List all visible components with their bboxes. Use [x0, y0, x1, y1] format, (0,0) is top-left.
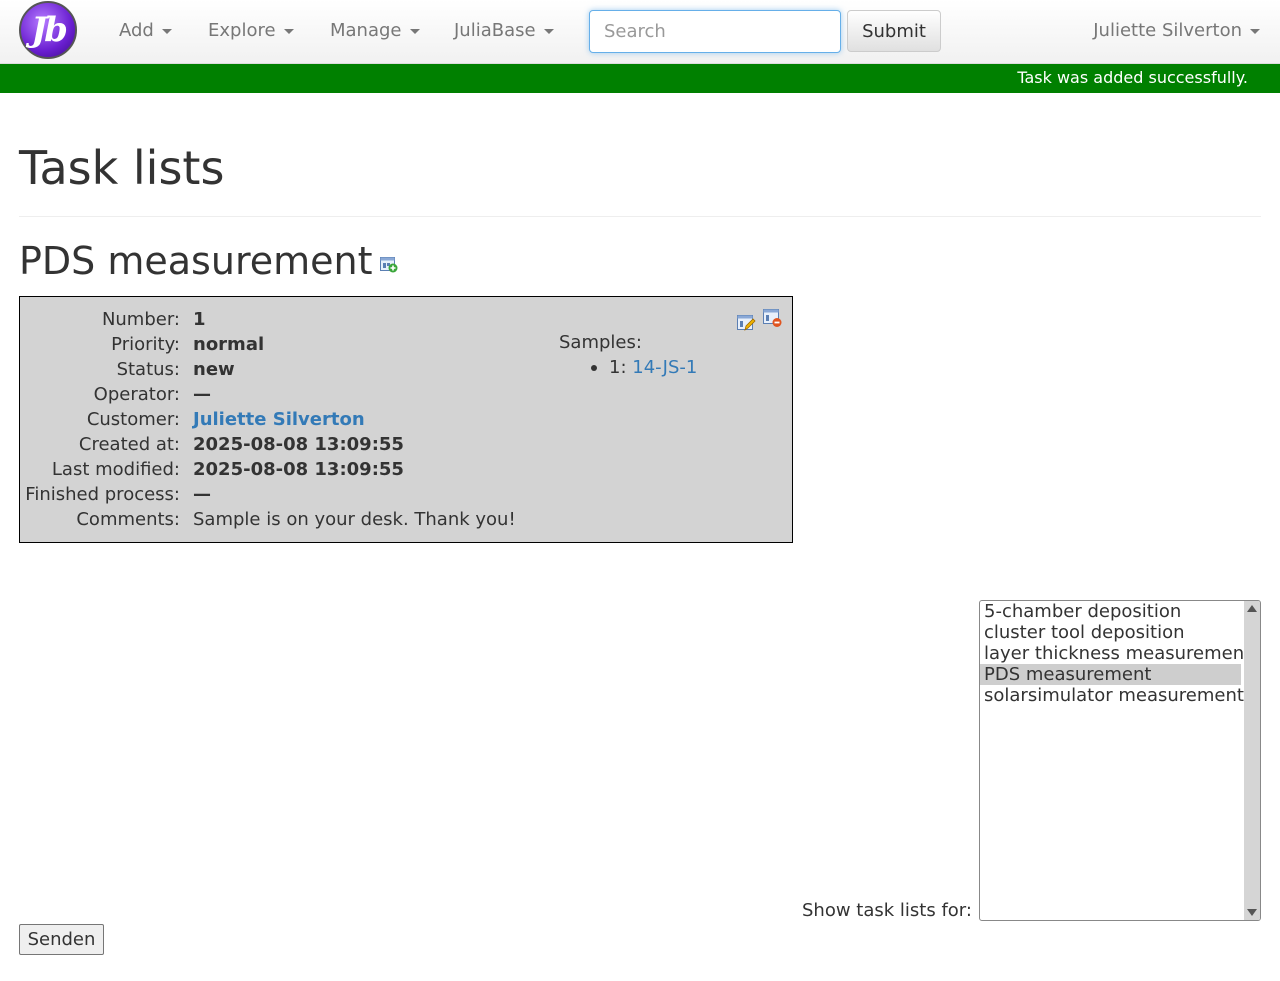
- field-value: 2025-08-08 13:09:55: [193, 459, 404, 480]
- search-input[interactable]: [589, 10, 841, 53]
- add-task-icon[interactable]: [380, 256, 398, 273]
- delete-task-icon[interactable]: [763, 309, 782, 328]
- field-label: Status:: [116, 359, 180, 380]
- caret-down-icon: [543, 28, 554, 34]
- field-value: 1: [193, 309, 206, 330]
- field-label: Created at:: [78, 434, 180, 455]
- nav-menu-label: Add: [119, 20, 154, 41]
- section-title: PDS measurement: [19, 239, 373, 283]
- select-option[interactable]: 5-chamber deposition: [980, 601, 1241, 622]
- field-value: —: [193, 384, 211, 405]
- caret-down-icon: [283, 28, 294, 34]
- divider: [19, 216, 1261, 217]
- scrollbar[interactable]: [1244, 601, 1260, 920]
- nav-menu-juliabase[interactable]: JuliaBase: [454, 20, 554, 41]
- nav-menu-add[interactable]: Add: [119, 20, 172, 41]
- customer-link[interactable]: Juliette Silverton: [193, 409, 365, 430]
- field-value: 2025-08-08 13:09:55: [193, 434, 404, 455]
- task-list-multiselect[interactable]: 5-chamber deposition cluster tool deposi…: [979, 600, 1261, 921]
- nav-menu-explore[interactable]: Explore: [208, 20, 294, 41]
- search-submit-button[interactable]: Submit: [847, 10, 941, 52]
- nav-menu-label: Manage: [330, 20, 402, 41]
- field-label: Operator:: [93, 384, 180, 405]
- edit-task-icon[interactable]: [737, 313, 756, 332]
- field-label: Number:: [101, 309, 180, 330]
- select-option[interactable]: solarsimulator measurement: [980, 685, 1244, 706]
- field-label: Last modified:: [51, 459, 180, 480]
- filter-label: Show task lists for:: [802, 900, 972, 921]
- field-value: Juliette Silverton: [193, 407, 365, 432]
- navbar: Jb Add Explore Manage JuliaBase Submit J…: [0, 0, 1280, 64]
- field-label: Customer:: [86, 409, 180, 430]
- page-title: Task lists: [19, 141, 225, 195]
- field-label: Finished process:: [25, 484, 180, 505]
- send-button[interactable]: Senden: [19, 924, 104, 955]
- sample-link[interactable]: 14-JS-1: [632, 357, 697, 378]
- field-value: Sample is on your desk. Thank you!: [193, 509, 516, 530]
- caret-down-icon: [1250, 28, 1260, 34]
- success-message-bar: Task was added successfully.: [0, 64, 1280, 93]
- nav-menu-manage[interactable]: Manage: [330, 20, 420, 41]
- select-option-selected[interactable]: PDS measurement: [980, 664, 1241, 685]
- success-message: Task was added successfully.: [1017, 68, 1248, 87]
- sample-list-item: 1: 14-JS-1: [591, 357, 697, 378]
- field-value: —: [193, 484, 211, 505]
- select-option[interactable]: layer thickness measurement: [980, 643, 1251, 664]
- field-value: new: [193, 359, 235, 380]
- sample-index: 1:: [609, 357, 627, 378]
- juliabase-logo[interactable]: Jb: [19, 1, 77, 59]
- caret-down-icon: [409, 28, 420, 34]
- caret-down-icon: [161, 28, 172, 34]
- bullet-icon: [591, 365, 597, 371]
- task-card: Number: 1 Priority: normal Status: new O…: [19, 296, 793, 543]
- samples-label: Samples:: [559, 332, 642, 353]
- nav-menu-label: JuliaBase: [454, 20, 536, 41]
- field-value: normal: [193, 334, 265, 355]
- nav-menu-label: Explore: [208, 20, 276, 41]
- user-name: Juliette Silverton: [1093, 20, 1242, 41]
- field-label: Priority:: [111, 334, 180, 355]
- select-option[interactable]: cluster tool deposition: [980, 622, 1241, 643]
- scroll-up-arrow-icon[interactable]: [1247, 605, 1257, 612]
- field-label: Comments:: [76, 509, 180, 530]
- scroll-down-arrow-icon[interactable]: [1247, 909, 1257, 916]
- user-menu[interactable]: Juliette Silverton: [1093, 20, 1260, 41]
